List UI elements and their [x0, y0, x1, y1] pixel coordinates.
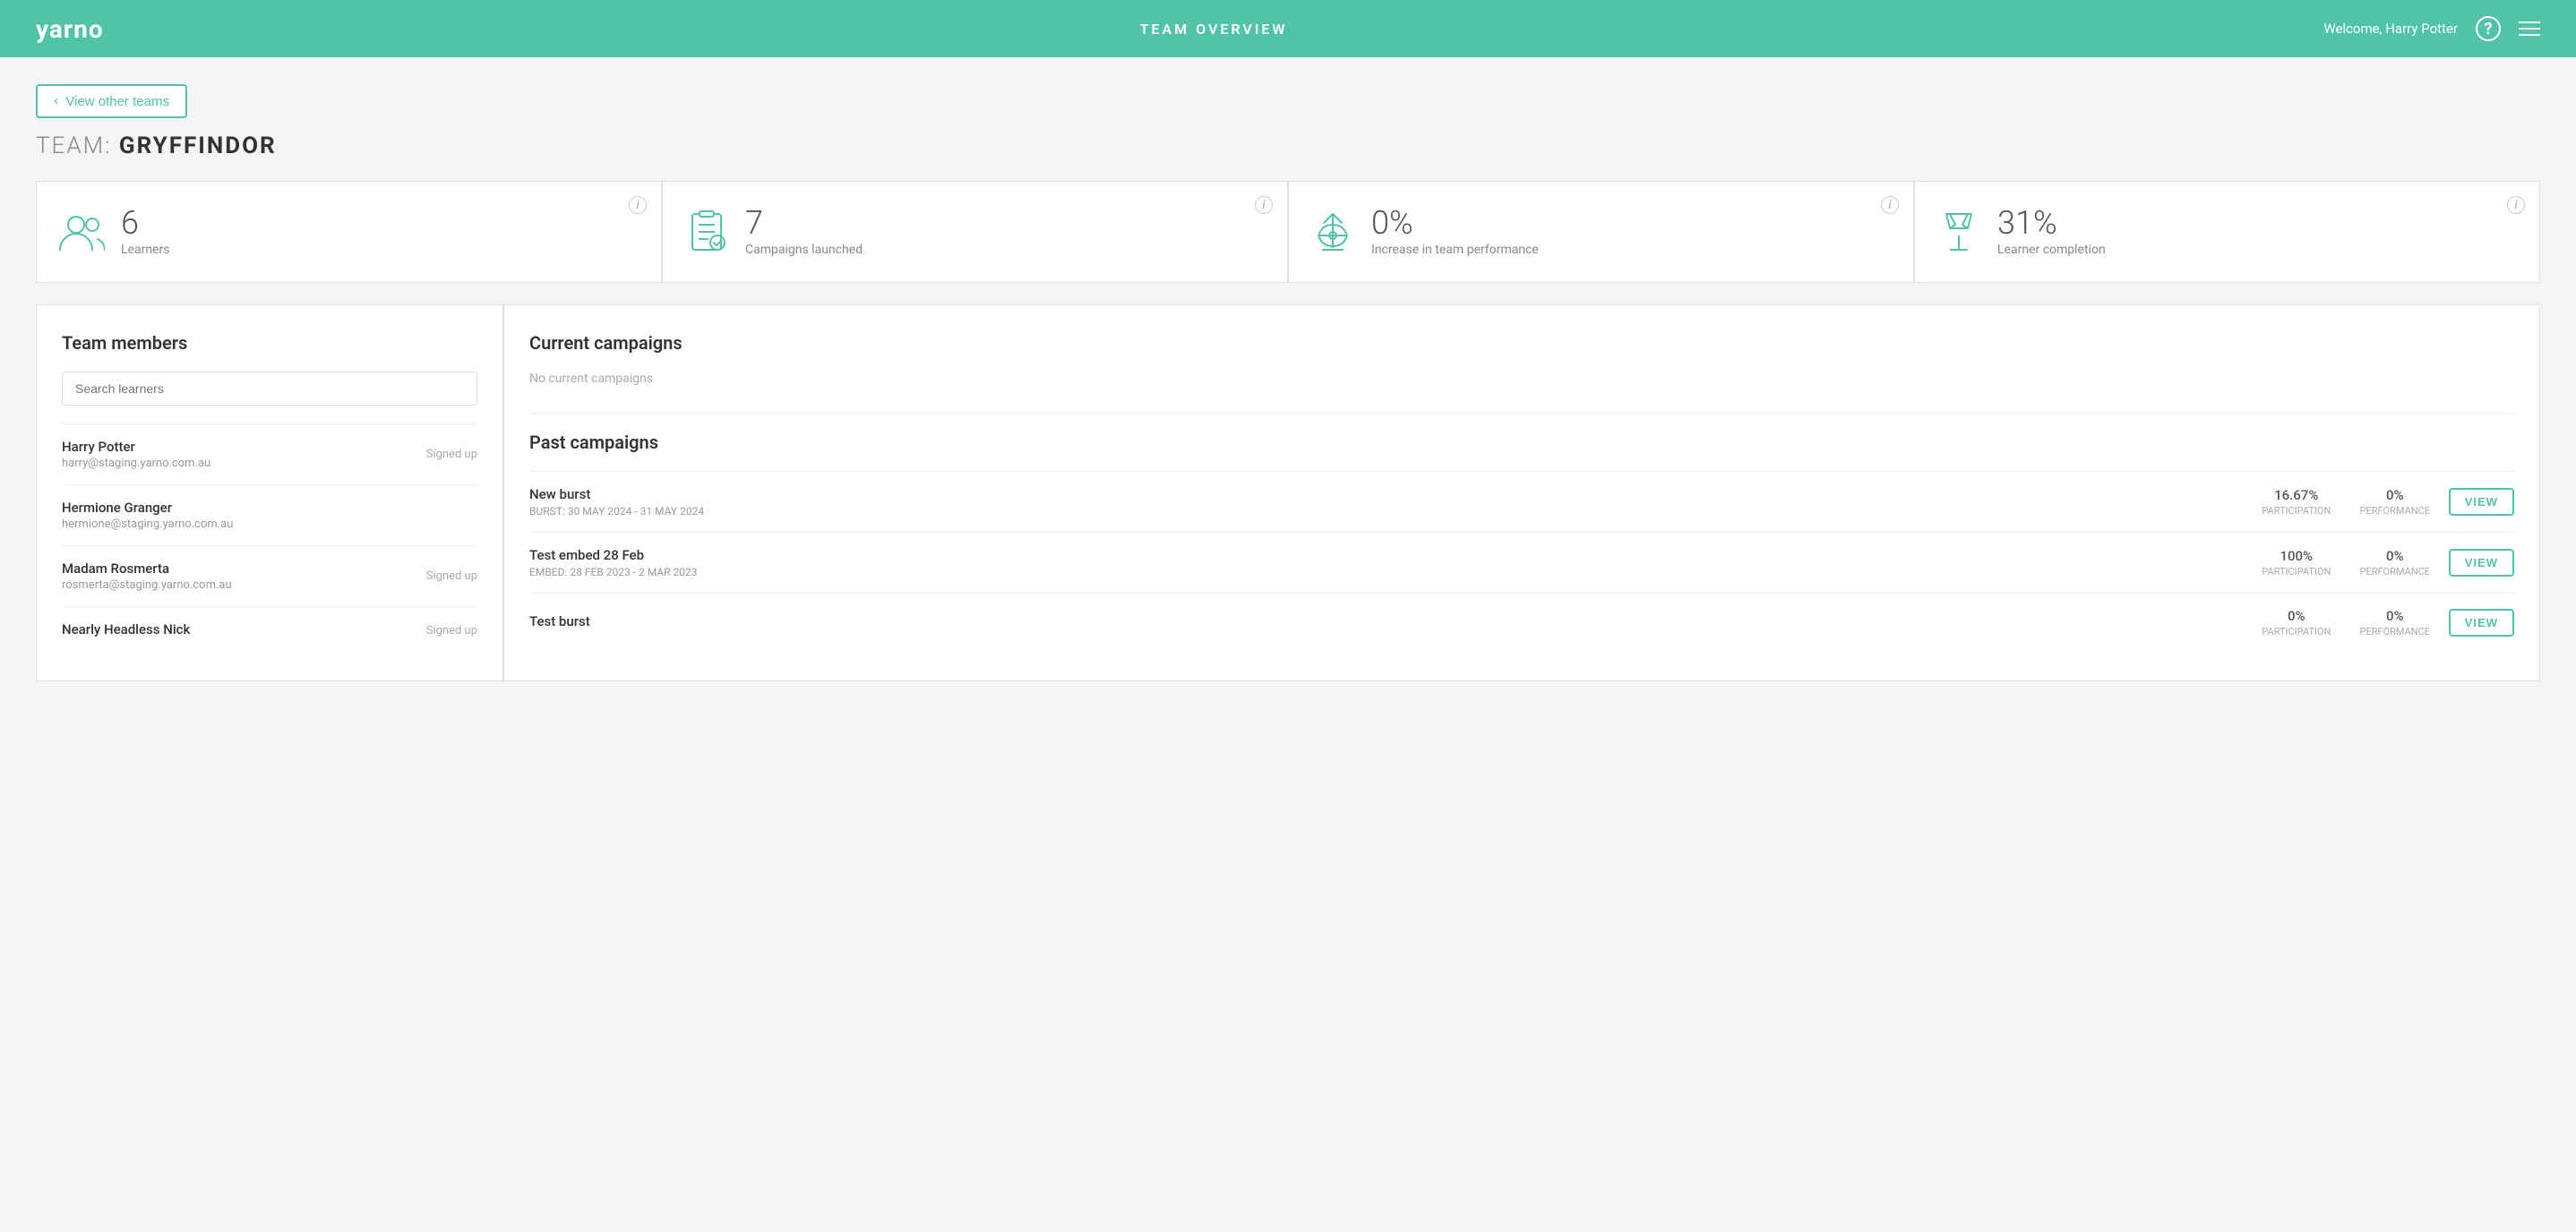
bottom-row: Team members Harry Potter harry@staging.… — [36, 304, 2540, 681]
learners-stat-content: 6 Learners — [121, 207, 169, 257]
performance-value: 0% — [2350, 548, 2440, 564]
view-button[interactable]: VIEW — [2449, 549, 2514, 577]
header: yarno TEAM OVERVIEW Welcome, Harry Potte… — [0, 0, 2576, 57]
learners-label: Learners — [121, 243, 169, 257]
past-campaigns-title: Past campaigns — [529, 432, 2514, 453]
campaigns-info-icon[interactable]: i — [1255, 196, 1273, 214]
performance-icon — [1310, 209, 1355, 255]
performance-stat: 0% PERFORMANCE — [2350, 487, 2440, 517]
member-name: Hermione Granger — [62, 500, 233, 516]
campaigns-icon — [684, 210, 729, 253]
member-status: Signed up — [426, 569, 477, 583]
back-button[interactable]: ‹ View other teams — [36, 84, 187, 118]
performance-number: 0% — [1371, 207, 1539, 239]
team-title: TEAM: GRYFFINDOR — [36, 133, 2540, 159]
completion-stat-content: 31% Learner completion — [1997, 207, 2106, 257]
performance-value: 0% — [2350, 487, 2440, 503]
stat-card-performance: 0% Increase in team performance i — [1289, 182, 1913, 282]
header-title: TEAM OVERVIEW — [1140, 21, 1288, 38]
campaigns-stat-content: 7 Campaigns launched — [745, 207, 863, 257]
member-email: hermione@staging.yarno.com.au — [62, 518, 233, 531]
participation-label: PARTICIPATION — [2252, 566, 2341, 578]
campaign-name: New burst — [529, 486, 2243, 502]
performance-stat-content: 0% Increase in team performance — [1371, 207, 1539, 257]
no-campaigns-message: No current campaigns — [529, 372, 2514, 386]
past-campaigns-section: Past campaigns New burst BURST: 30 May 2… — [529, 432, 2514, 652]
learners-info-icon[interactable]: i — [629, 196, 647, 214]
performance-label: Increase in team performance — [1371, 243, 1539, 257]
list-item: Test embed 28 Feb EMBED: 28 Feb 2023 - 2… — [529, 532, 2514, 593]
list-item: Madam Rosmerta rosmerta@staging.yarno.co… — [62, 545, 477, 606]
member-email: harry@staging.yarno.com.au — [62, 457, 210, 470]
campaign-sub: BURST: 30 May 2024 - 31 May 2024 — [529, 505, 2243, 518]
current-campaigns-title: Current campaigns — [529, 332, 2514, 354]
stat-card-campaigns: 7 Campaigns launched i — [663, 182, 1287, 282]
performance-label: PERFORMANCE — [2350, 505, 2440, 517]
completion-number: 31% — [1997, 207, 2106, 239]
participation-label: PARTICIPATION — [2252, 626, 2341, 637]
campaign-name: Test embed 28 Feb — [529, 547, 2243, 563]
stat-card-completion: 31% Learner completion i — [1915, 182, 2539, 282]
stat-card-learners: 6 Learners i — [37, 182, 661, 282]
menu-icon[interactable] — [2519, 21, 2540, 36]
search-wrap — [62, 372, 477, 406]
header-right: Welcome, Harry Potter ? — [2323, 16, 2540, 41]
learners-number: 6 — [121, 207, 169, 239]
participation-label: PARTICIPATION — [2252, 505, 2341, 517]
completion-label: Learner completion — [1997, 243, 2106, 257]
view-button[interactable]: VIEW — [2449, 609, 2514, 637]
performance-info-icon[interactable]: i — [1881, 196, 1899, 214]
list-item: Hermione Granger hermione@staging.yarno.… — [62, 484, 477, 545]
member-email: rosmerta@staging.yarno.com.au — [62, 578, 232, 592]
campaign-info: New burst BURST: 30 May 2024 - 31 May 20… — [529, 486, 2243, 518]
campaign-info: Test burst — [529, 613, 2243, 632]
search-input[interactable] — [62, 372, 477, 406]
participation-stat: 100% PARTICIPATION — [2252, 548, 2341, 578]
list-item: New burst BURST: 30 May 2024 - 31 May 20… — [529, 471, 2514, 532]
campaigns-label: Campaigns launched — [745, 243, 863, 257]
campaigns-panel: Current campaigns No current campaigns P… — [504, 305, 2539, 680]
team-members-title: Team members — [62, 332, 477, 354]
view-button[interactable]: VIEW — [2449, 488, 2514, 516]
participation-stat: 0% PARTICIPATION — [2252, 608, 2341, 637]
team-members-panel: Team members Harry Potter harry@staging.… — [37, 305, 502, 680]
stats-row: 6 Learners i 7 Campaigns launch — [36, 181, 2540, 283]
welcome-text: Welcome, Harry Potter — [2323, 21, 2458, 37]
member-name: Harry Potter — [62, 439, 210, 455]
logo: yarno — [36, 14, 104, 44]
completion-icon — [1936, 210, 1981, 253]
main-content: ‹ View other teams TEAM: GRYFFINDOR 6 Le… — [0, 57, 2576, 708]
list-item: Test burst 0% PARTICIPATION 0% PERFORMAN… — [529, 593, 2514, 652]
campaign-info: Test embed 28 Feb EMBED: 28 Feb 2023 - 2… — [529, 547, 2243, 578]
section-divider — [529, 413, 2514, 414]
completion-info-icon[interactable]: i — [2507, 196, 2525, 214]
help-icon[interactable]: ? — [2476, 16, 2501, 41]
performance-value: 0% — [2350, 608, 2440, 624]
back-arrow-icon: ‹ — [54, 93, 58, 109]
campaigns-number: 7 — [745, 207, 863, 239]
participation-value: 16.67% — [2252, 487, 2341, 503]
list-item: Nearly Headless Nick Signed up — [62, 606, 477, 654]
participation-value: 0% — [2252, 608, 2341, 624]
campaign-name: Test burst — [529, 613, 2243, 629]
performance-label: PERFORMANCE — [2350, 626, 2440, 637]
performance-label: PERFORMANCE — [2350, 566, 2440, 578]
performance-stat: 0% PERFORMANCE — [2350, 548, 2440, 578]
member-status: Signed up — [426, 624, 477, 637]
participation-stat: 16.67% PARTICIPATION — [2252, 487, 2341, 517]
back-button-label: View other teams — [65, 94, 169, 109]
performance-stat: 0% PERFORMANCE — [2350, 608, 2440, 637]
member-status: Signed up — [426, 448, 477, 461]
current-campaigns-section: Current campaigns No current campaigns — [529, 332, 2514, 386]
member-name: Nearly Headless Nick — [62, 621, 190, 637]
participation-value: 100% — [2252, 548, 2341, 564]
campaign-sub: EMBED: 28 Feb 2023 - 2 Mar 2023 — [529, 566, 2243, 578]
member-name: Madam Rosmerta — [62, 560, 232, 577]
list-item: Harry Potter harry@staging.yarno.com.au … — [62, 424, 477, 484]
learners-icon — [58, 212, 105, 252]
